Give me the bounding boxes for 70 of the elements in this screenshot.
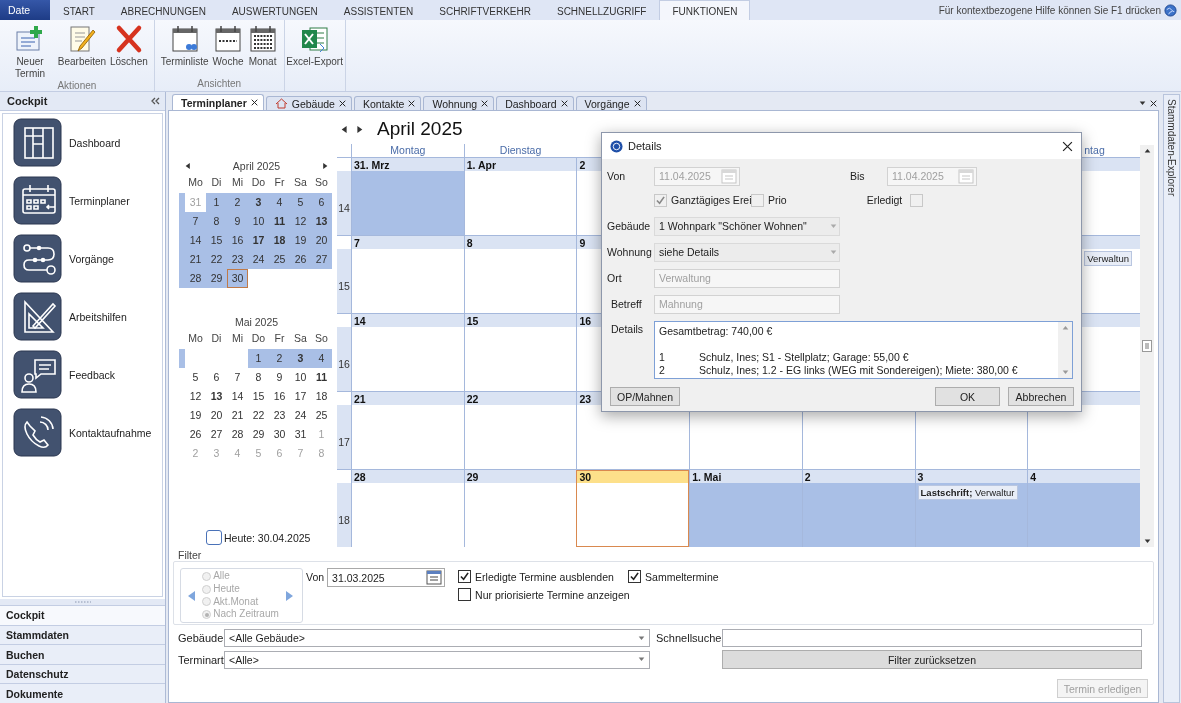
checkbox-label: Sammeltermine [645,570,719,583]
month-title: April 2025 [232,160,281,172]
weekday-label: Sa [293,331,308,346]
group-title: Filter [178,549,203,561]
checkbox-label: Ganztägiges Erei [671,194,751,206]
weekday-label: Do [250,175,267,190]
weekday-label: Di [210,175,223,190]
field-label: Schnellsuche [655,632,722,644]
field-label: Von [306,571,325,585]
day-date: 1. Apr [466,158,497,171]
weekday-label: So [314,331,329,346]
checkbox-label: Erledigt [866,194,903,206]
day-date: 28 [354,470,366,483]
weekday-header: Montag [351,144,464,157]
field-label: Bis [850,170,866,182]
week-number: 18 [337,483,351,547]
weekday-label: Di [210,331,223,346]
day-date: 2 [804,470,811,483]
month-title: Mai 2025 [234,316,279,328]
week-number: 16 [337,327,351,391]
field-label: Ort [607,272,623,284]
day-date: 14 [354,314,366,327]
weekday-label: Mo [187,175,204,190]
day-date: 21 [354,392,366,405]
day-date: 4 [1030,470,1037,483]
field-label: Gebäude [607,220,652,232]
month-title: April 2025 [377,118,463,140]
day-date: 22 [466,392,479,405]
weekday-label: Do [250,331,267,346]
weekday-label: Mi [230,175,245,190]
weekday-label: Fr [273,331,286,346]
weekday-label: Mo [187,331,204,346]
dialog-title: Details [628,140,662,152]
day-date: 2 [579,158,586,171]
day-date: 16 [579,314,592,327]
field-label: Details [610,322,645,335]
week-number: 17 [337,405,351,469]
day-date: 1. Mai [692,470,722,483]
weekday-header: Dienstag [463,144,577,157]
field-label: Von [607,170,627,182]
field-label: Terminart [178,653,224,666]
checkbox-label: Prio [768,194,787,206]
weekday-label: Mi [230,331,245,346]
day-date: 8 [466,236,473,249]
checkbox-label: Erledigte Termine ausblenden [475,570,614,583]
help-hint: Für kontextbezogene Hilfe können Sie F1 drücken [938,4,1161,16]
field-label: Wohnung [607,246,653,258]
text-line: 1 Schulz, Ines; S1 - Stellplatz; Garage: 55,00 € [659,351,910,363]
text-line: Gesamtbetrag: 740,00 € [659,325,774,337]
panel-title: Cockpit [7,95,48,107]
day-date: 31. Mrz [354,158,390,171]
week-number: 15 [337,249,351,313]
today-label: Heute: 30.04.2025 [224,531,311,544]
group-label: Aktionen [56,80,98,93]
field-label: Gebäude [178,632,224,644]
day-date: 23 [579,392,592,405]
day-date: 3 [917,470,924,483]
weekday-label: Sa [293,175,308,190]
weekday-label: So [314,175,329,190]
field-label: Betreff [610,298,643,310]
day-date: 9 [579,236,586,249]
day-date: 30 [579,470,592,483]
day-date: 7 [354,236,360,249]
weekday-label: Fr [273,175,286,190]
text-line: 2 Schulz, Ines; 1.2 - EG links (WEG mit Sondereigen); Miete: 380,00 € [659,364,1019,376]
day-date: 15 [466,314,479,327]
checkbox-label: Nur priorisierte Termine anzeigen [475,588,630,601]
week-number: 14 [337,171,351,235]
group-label: Ansichten [196,78,243,91]
day-date: 29 [466,470,479,483]
